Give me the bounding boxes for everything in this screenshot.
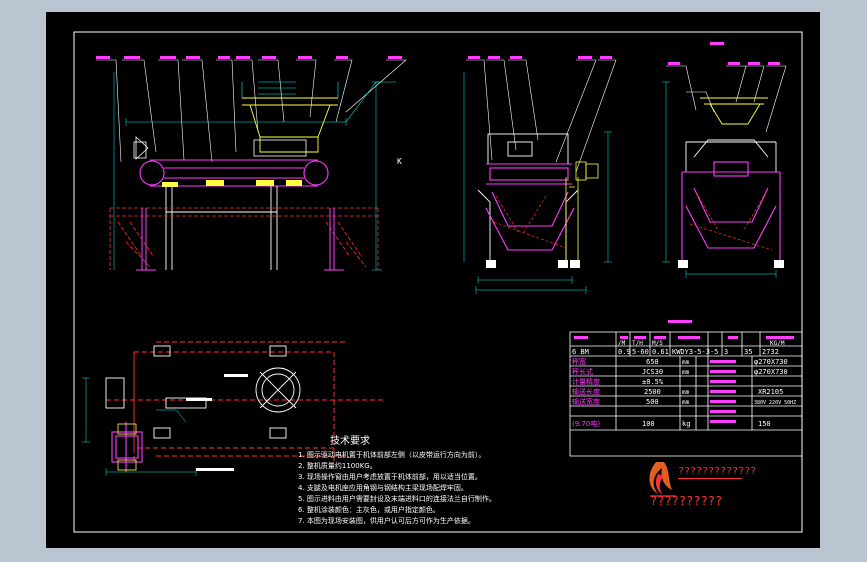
tech-note: 3. 现场操作窗由用户考虑放置于机体前部，用以适当位置。 <box>298 472 482 481</box>
table-row-label: 计量精度 <box>572 377 600 386</box>
drawing-sheet: K 技术要求 1. 图示驱动电机置于机体前部左侧（以皮带运行方向为前）。 2. … <box>46 12 820 548</box>
table-row-unit: kg <box>682 420 690 428</box>
title-block: ????????????? ?????????? <box>649 462 756 508</box>
tech-note: 5. 图示进料由用户需要封设及末端进料口的连接法兰自行制作。 <box>298 494 496 503</box>
table-row-label: 秤长式 <box>572 367 593 376</box>
table-row-right: 150 <box>758 420 771 428</box>
tech-note: 7. 本图为现场安装图，供用户认可后方可作为生产依据。 <box>298 516 475 525</box>
table-row-label: 输送宽度 <box>572 397 600 406</box>
table-row-right: φ270X730 <box>754 368 788 376</box>
table-row-label: 输送长度 <box>572 387 600 396</box>
table-row-value: 100 <box>642 420 655 428</box>
cad-viewport[interactable]: K 技术要求 1. 图示驱动电机置于机体前部左侧（以皮带运行方向为前）。 2. … <box>0 0 867 562</box>
table-row-label: 秤宽 <box>572 357 586 366</box>
table-row-unit: mm <box>682 399 690 406</box>
tech-note: 4. 支腿及电机座应用角钢与钢结构主梁现场配焊牢固。 <box>298 483 468 492</box>
table-unit: M/S <box>652 340 663 347</box>
front-elevation-view <box>463 56 617 294</box>
company-name: ????????????? <box>678 466 756 477</box>
table-header-cell: 2732 <box>762 348 779 356</box>
table-row-label: (9.70吨) <box>572 419 600 428</box>
table-header-cell: KWDY3-5-3-5 <box>672 348 718 356</box>
drawing-name: ?????????? <box>650 494 722 508</box>
table-header-cell: 3 <box>724 348 728 356</box>
table-row-right: φ270X730 <box>754 358 788 366</box>
table-row-value: 650 <box>646 358 659 366</box>
table-header-cell: 0.9 <box>618 348 631 356</box>
table-row-value: 500 <box>646 398 659 406</box>
side-elevation-view: K <box>96 56 407 271</box>
tech-note: 2. 整机质量约1100KG。 <box>298 461 377 470</box>
table-row-unit: mm <box>682 389 690 396</box>
drawing-canvas: K 技术要求 1. 图示驱动电机置于机体前部左侧（以皮带运行方向为前）。 2. … <box>73 31 803 533</box>
table-unit: T/H <box>632 340 643 347</box>
table-header-cell: 6 BM <box>572 348 589 356</box>
tech-note: 1. 图示驱动电机置于机体前部左侧（以皮带运行方向为前）。 <box>298 450 485 459</box>
table-unit: /M <box>618 340 626 347</box>
company-logo-icon <box>649 462 676 497</box>
tech-requirements-title: 技术要求 <box>330 434 370 447</box>
end-elevation-view <box>662 42 787 278</box>
table-row-unit: mm <box>682 369 690 376</box>
table-row-value: JCS30 <box>642 368 663 376</box>
table-unit: KG/M <box>770 340 785 347</box>
table-row-value: ±0.5% <box>642 378 664 386</box>
tech-note: 6. 整机涂装颜色：主灰色，或用户指定颜色。 <box>298 505 440 514</box>
table-row-unit: mm <box>682 359 690 366</box>
table-header-cell: 35 <box>744 348 752 356</box>
table-header-cell: 0.61 <box>652 348 669 356</box>
table-row-right: XR2105 <box>758 388 783 396</box>
dimension-label: K <box>397 157 402 166</box>
table-row-right: 380V 220V 50HZ <box>754 400 796 406</box>
spec-table: 6 BM 0.9 5-60 0.61 KWDY3-5-3-5 3 35 2732… <box>569 320 803 457</box>
table-header-cell: 5-60 <box>632 348 649 356</box>
table-row-value: 2500 <box>644 388 661 396</box>
technical-requirements: 技术要求 1. 图示驱动电机置于机体前部左侧（以皮带运行方向为前）。 2. 整机… <box>298 434 496 525</box>
